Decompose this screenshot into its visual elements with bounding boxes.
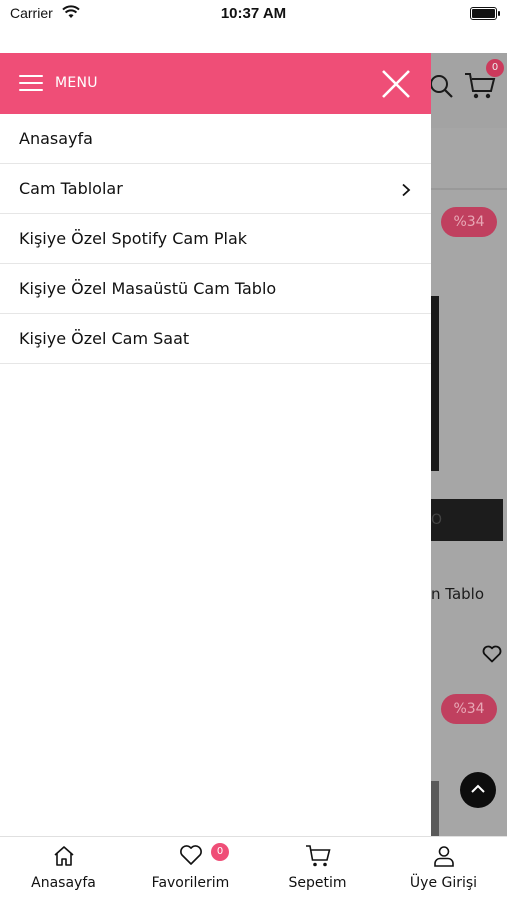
discount-badge: %34 [441,694,497,724]
menu-item-label: Kişiye Özel Cam Saat [19,329,190,348]
close-icon [382,70,410,98]
menu-list: Anasayfa Cam Tablolar Kişiye Özel Spotif… [0,114,431,364]
tab-favorites[interactable]: 0 Favorilerim [127,837,254,900]
product-image[interactable] [431,781,439,836]
menu-item-cam-tablolar[interactable]: Cam Tablolar [0,164,431,214]
heart-icon[interactable] [482,645,502,667]
tab-home-label: Anasayfa [31,875,96,891]
menu-header: MENU [0,53,431,114]
product-image[interactable] [431,296,439,471]
heart-icon [179,844,203,870]
divider [431,188,507,190]
battery-icon [470,7,500,20]
add-to-cart-label: O [431,512,443,528]
menu-item-label: Kişiye Özel Spotify Cam Plak [19,229,248,248]
user-icon [432,844,456,872]
menu-item-anasayfa[interactable]: Anasayfa [0,114,431,164]
bottom-tab-bar: Anasayfa 0 Favorilerim Sepetim Üye Giriş… [0,836,507,900]
menu-item-label: Kişiye Özel Masaüstü Cam Tablo [19,279,277,298]
side-menu: MENU Anasayfa Cam Tablolar Kişiye Özel S… [0,53,431,836]
menu-title: MENU [55,75,98,91]
close-menu-button[interactable] [380,68,412,100]
favorites-count-badge: 0 [211,843,229,861]
menu-item-cam-saat[interactable]: Kişiye Özel Cam Saat [0,314,431,364]
tab-cart[interactable]: Sepetim [254,837,381,900]
chevron-up-icon [471,784,485,793]
search-icon[interactable] [428,73,454,103]
menu-item-label: Anasayfa [19,129,93,148]
menu-item-spotify-cam-plak[interactable]: Kişiye Özel Spotify Cam Plak [0,214,431,264]
clock: 10:37 AM [220,5,287,22]
menu-item-label: Cam Tablolar [19,179,123,198]
product-title[interactable]: n Tablo [431,585,484,603]
tab-favorites-label: Favorilerim [151,875,230,891]
add-to-cart-button[interactable]: O [431,499,503,541]
tab-cart-label: Sepetim [288,875,347,891]
hamburger-icon[interactable] [19,73,43,93]
discount-badge: %34 [441,207,497,237]
cart-icon [305,844,331,872]
tab-account-label: Üye Girişi [409,875,478,891]
menu-item-masaustu-cam-tablo[interactable]: Kişiye Özel Masaüstü Cam Tablo [0,264,431,314]
status-bar: Carrier 10:37 AM [0,0,507,28]
cart-count-badge: 0 [486,59,504,77]
chevron-right-icon[interactable] [401,182,411,201]
scroll-to-top-button[interactable] [460,772,496,808]
tab-home[interactable]: Anasayfa [0,837,127,900]
home-icon [52,844,76,872]
tab-account[interactable]: Üye Girişi [380,837,507,900]
